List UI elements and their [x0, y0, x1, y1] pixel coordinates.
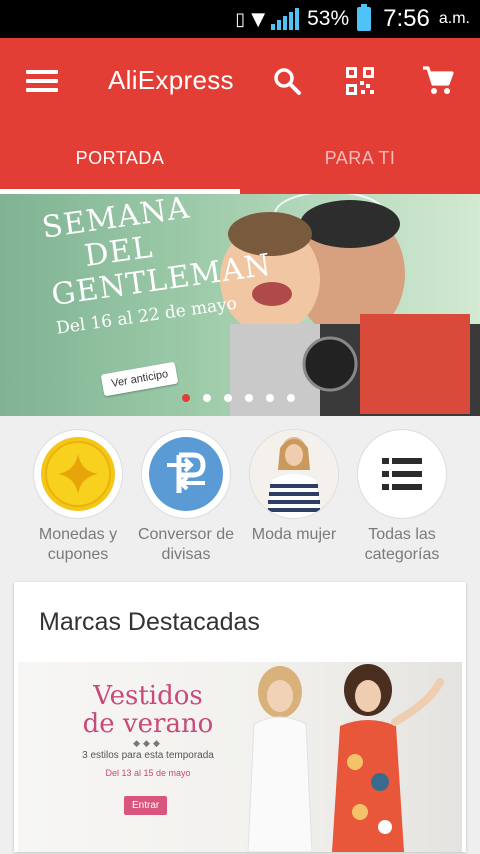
- cart-icon[interactable]: [419, 62, 457, 100]
- clock-time: 7:56: [383, 5, 430, 32]
- tab-portada[interactable]: PORTADA: [0, 122, 240, 194]
- featured-brands-card: Marcas Destacadas Vestidos de verano ◆◆◆ …: [14, 582, 466, 852]
- list-icon: [357, 429, 447, 519]
- coin-icon: [33, 429, 123, 519]
- category-coins-coupons[interactable]: Monedas y cupones: [24, 416, 132, 582]
- battery-percent: 53%: [307, 7, 350, 30]
- currency-converter-icon: [141, 429, 231, 519]
- promo-title: Vestidos de verano: [82, 681, 214, 739]
- status-bar: ▯ ▼ 53% 7:56 a.m.: [0, 0, 480, 38]
- menu-icon[interactable]: [26, 70, 58, 92]
- carousel-dot: [182, 394, 190, 402]
- clock-ampm: a.m.: [438, 10, 470, 27]
- tab-bar: PORTADA PARA TI: [0, 122, 480, 194]
- tab-para-ti-label: PARA TI: [324, 147, 396, 168]
- qr-code-icon[interactable]: [341, 62, 379, 100]
- carousel-indicator: [182, 394, 295, 402]
- carousel-dot: [245, 394, 253, 402]
- promo-enter-button[interactable]: Entrar: [124, 796, 168, 815]
- ver-anticipo-button[interactable]: Ver anticipo: [100, 361, 179, 397]
- wifi-icon: ▼: [251, 8, 266, 30]
- carousel-dot: [266, 394, 274, 402]
- carousel-dot: [203, 394, 211, 402]
- tab-para-ti[interactable]: PARA TI: [240, 122, 480, 194]
- promo-subtitle: 3 estilos para esta temporada: [82, 750, 214, 761]
- category-label: Monedas y cupones: [38, 526, 118, 563]
- category-all[interactable]: Todas las categorías: [348, 416, 456, 582]
- tab-portada-label: PORTADA: [75, 147, 165, 168]
- category-shortcuts: Monedas y cupones Conversor de divisas M…: [0, 416, 480, 582]
- app-bar: AliExpress PORTADA PARA TI: [0, 38, 480, 194]
- category-label: Todas las categorías: [364, 526, 440, 563]
- carousel-dot: [224, 394, 232, 402]
- category-label: Moda mujer: [251, 526, 337, 543]
- fashion-woman-image: [249, 429, 339, 519]
- category-currency-converter[interactable]: Conversor de divisas: [132, 416, 240, 582]
- promo-divider: ◆◆◆: [133, 738, 163, 748]
- search-icon[interactable]: [268, 62, 306, 100]
- app-title: AliExpress: [108, 65, 234, 95]
- category-label: Conversor de divisas: [137, 526, 235, 563]
- promo-banner[interactable]: SEMANA DEL GENTLEMAN Del 16 al 22 de may…: [0, 194, 480, 416]
- signal-icon: [271, 8, 300, 30]
- battery-icon: [357, 4, 372, 31]
- summer-dresses-promo[interactable]: Vestidos de verano ◆◆◆ 3 estilos para est…: [18, 662, 462, 852]
- promo-models-photo: [247, 664, 444, 852]
- featured-brands-title: Marcas Destacadas: [39, 608, 260, 636]
- toolbar: AliExpress: [0, 38, 480, 122]
- carousel-dot: [287, 394, 295, 402]
- promo-dates: Del 13 al 15 de mayo: [105, 768, 191, 778]
- category-women-fashion[interactable]: Moda mujer: [240, 416, 348, 582]
- vibrate-icon: ▯: [235, 8, 246, 30]
